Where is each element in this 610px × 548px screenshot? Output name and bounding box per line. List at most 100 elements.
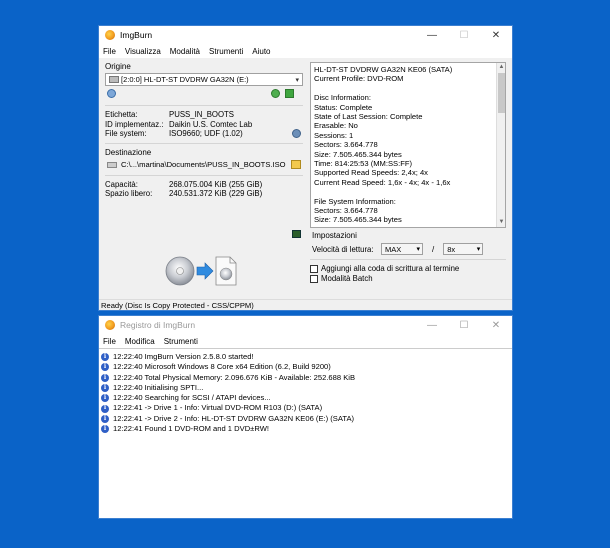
free-space-value: 240.531.372 KiB (229 GiB) — [169, 189, 263, 198]
maximize-button[interactable]: ☐ — [448, 26, 480, 44]
read-speed-select[interactable]: MAX ▾ — [381, 243, 423, 255]
browse-folder-icon[interactable] — [291, 159, 301, 169]
search-disc-icon[interactable] — [107, 89, 116, 98]
close-button[interactable]: ✕ — [480, 26, 512, 44]
info-line: Sessions: 1 — [314, 130, 354, 140]
capacity-info: Capacità: 268.075.004 KiB (255 GiB) Spazi… — [105, 180, 303, 199]
info-icon: i — [101, 353, 109, 362]
speed-separator: / — [432, 244, 435, 254]
menu-modalita[interactable]: Modalità — [170, 47, 200, 56]
impl-id-key: ID implementaz.: — [105, 119, 164, 129]
info-line: Disc Information: — [314, 93, 371, 103]
free-space-key: Spazio libero: — [105, 189, 153, 198]
window-title: ImgBurn — [120, 30, 153, 40]
info-line — [314, 187, 502, 196]
filesystem-value: ISO9660; UDF (1.02) — [169, 129, 243, 138]
minimize-button[interactable]: — — [416, 26, 448, 44]
info-line: Sectors: 3.664.778 — [314, 206, 378, 216]
log-line: i 12:22:41 Found 1 DVD-ROM and 1 DVD±RW! — [101, 424, 510, 434]
info-icon: i — [101, 425, 109, 434]
menu-visualizza[interactable]: Visualizza — [125, 47, 161, 56]
drive-icon — [109, 76, 119, 83]
drive-icon — [107, 161, 117, 168]
info-line: Time: 814:25:53 (MM:SS:FF) — [314, 159, 413, 169]
disc-to-file-icon — [165, 256, 237, 286]
origine-label: Origine — [105, 62, 131, 71]
batch-mode-checkbox[interactable]: Modalità Batch — [310, 274, 506, 284]
divider — [105, 105, 303, 106]
add-to-queue-checkbox[interactable]: Aggiungi alla coda di scrittura al termi… — [310, 264, 506, 274]
menu-aiuto[interactable]: Aiuto — [252, 47, 270, 56]
info-icon: i — [101, 404, 109, 413]
info-line: State of Last Session: Complete — [314, 112, 423, 122]
read-speed-value-2: 8x — [447, 244, 456, 254]
log-menubar: File Modifica Strumenti — [99, 334, 512, 348]
read-speed-value: MAX — [385, 244, 402, 254]
minimize-button[interactable]: — — [416, 316, 448, 334]
log-line-text: 12:22:40 Total Physical Memory: 2.096.67… — [113, 372, 356, 382]
log-line-text: 12:22:41 -> Drive 2 - Info: HL-DT-ST DVD… — [113, 413, 355, 423]
chevron-down-icon: ▾ — [295, 77, 299, 84]
menu-strumenti[interactable]: Strumenti — [209, 47, 243, 56]
log-menu-modifica[interactable]: Modifica — [125, 337, 155, 346]
globe-icon[interactable] — [292, 129, 301, 138]
info-scrollbar[interactable]: ▲ ▼ — [496, 63, 505, 227]
log-titlebar[interactable]: Registro di ImgBurn — ☐ ✕ — [99, 316, 512, 334]
log-window: Registro di ImgBurn — ☐ ✕ File Modifica … — [98, 315, 513, 519]
status-bar: Ready (Disc Is Copy Protected - CSS/CPPM… — [99, 299, 512, 310]
divider — [105, 142, 303, 144]
info-line: Current Profile: DVD-ROM — [314, 74, 404, 84]
info-icon: i — [101, 415, 109, 423]
capacity-value: 268.075.004 KiB (255 GiB) — [169, 179, 263, 189]
log-line-text: 12:22:40 ImgBurn Version 2.5.8.0 started… — [113, 352, 254, 361]
scroll-thumb[interactable] — [498, 73, 505, 113]
log-menu-strumenti[interactable]: Strumenti — [164, 337, 198, 346]
log-menu-file[interactable]: File — [103, 337, 116, 346]
log-line-text: 12:22:40 Microsoft Windows 8 Core x64 Ed… — [113, 362, 331, 372]
log-toggle-icon[interactable] — [292, 230, 301, 238]
log-line: i 12:22:40 ImgBurn Version 2.5.8.0 starte… — [101, 352, 510, 362]
log-line: i 12:22:40 Microsoft Windows 8 Core x64 E… — [101, 362, 510, 372]
settings-label: Impostazioni — [312, 231, 357, 240]
source-drive-value: [2:0:0] HL-DT-ST DVDRW GA32N (E:) — [121, 75, 249, 84]
info-line: Erasable: No — [314, 121, 358, 131]
info-icon: i — [101, 384, 109, 393]
log-line: i 12:22:41 -> Drive 2 - Info: HL-DT-ST DV… — [101, 414, 510, 424]
capacity-key: Capacità: — [105, 179, 138, 189]
destination-path[interactable]: C:\...\martina\Documents\PUSS_IN_BOOTS.I… — [121, 160, 286, 169]
read-speed-select-2[interactable]: 8x ▾ — [443, 243, 484, 255]
divider — [105, 174, 303, 176]
disc-info-panel[interactable]: HL-DT-ST DVDRW GA32N KE06 (SATA) Current… — [310, 62, 506, 228]
read-button[interactable] — [164, 254, 244, 288]
label-key: Etichetta: — [105, 110, 138, 119]
divider — [310, 259, 506, 260]
refresh-icon[interactable] — [271, 89, 280, 98]
log-line-text: 12:22:41 Found 1 DVD-ROM and 1 DVD±RW! — [113, 424, 269, 434]
info-line: Status: Complete — [314, 102, 373, 112]
chevron-down-icon: ▾ — [476, 246, 481, 253]
info-line — [314, 84, 502, 93]
batch-mode-label: Modalità Batch — [321, 274, 373, 283]
checkbox-box[interactable] — [310, 265, 318, 273]
main-menubar: File Visualizza Modalità Strumenti Aiuto — [99, 44, 512, 58]
menu-file[interactable]: File — [103, 47, 116, 56]
scroll-up-icon[interactable]: ▲ — [497, 63, 505, 72]
log-line-text: 12:22:40 Initialising SPTI... — [113, 382, 204, 392]
close-button[interactable]: ✕ — [480, 316, 512, 334]
imgburn-main-window: ImgBurn — ☐ ✕ File Visualizza Modalità S… — [98, 25, 513, 311]
destinazione-label: Destinazione — [105, 147, 152, 157]
log-window-title: Registro di ImgBurn — [120, 320, 196, 330]
info-icon: i — [101, 363, 109, 372]
log-line: i 12:22:40 Searching for SCSI / ATAPI dev… — [101, 393, 510, 403]
eject-icon[interactable] — [285, 89, 294, 98]
log-line: i 12:22:40 Total Physical Memory: 2.096.6… — [101, 373, 510, 383]
checkbox-box[interactable] — [310, 275, 318, 283]
settings-group: Impostazioni Velocità di lettura: MAX ▾ … — [310, 231, 506, 287]
disc-properties: Etichetta: PUSS_IN_BOOTS ID implementaz.:… — [105, 110, 303, 139]
log-output[interactable]: i 12:22:40 ImgBurn Version 2.5.8.0 starte… — [99, 348, 512, 518]
scroll-down-icon[interactable]: ▼ — [497, 218, 505, 227]
log-line: i 12:22:40 Initialising SPTI... — [101, 383, 510, 393]
maximize-button[interactable]: ☐ — [448, 316, 480, 334]
source-drive-select[interactable]: [2:0:0] HL-DT-ST DVDRW GA32N (E:) ▾ — [105, 73, 303, 86]
main-titlebar[interactable]: ImgBurn — ☐ ✕ — [99, 26, 512, 44]
